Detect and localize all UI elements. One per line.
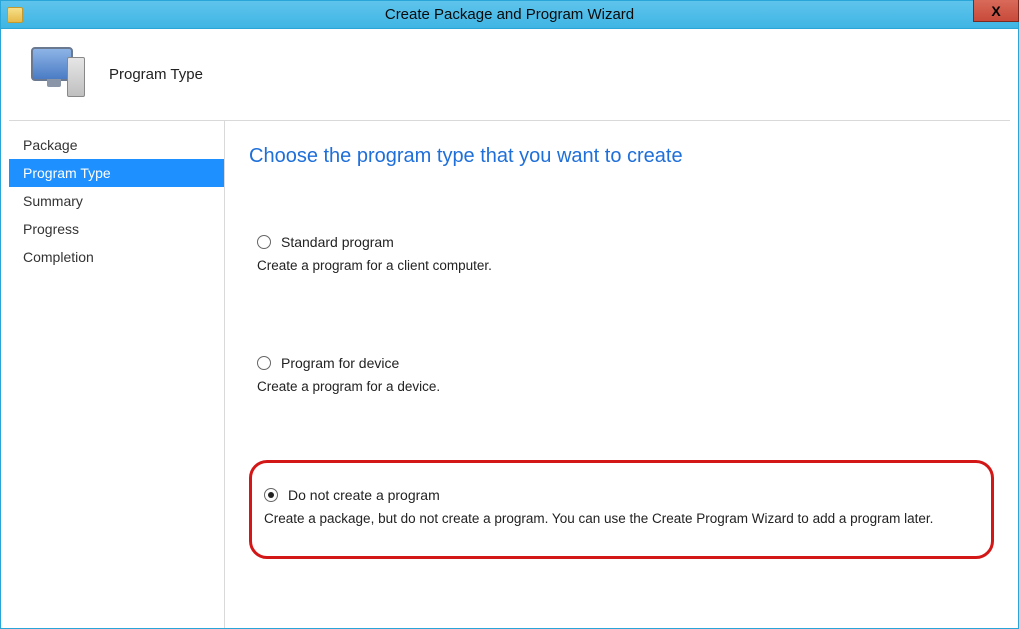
radio-do-not-create-program[interactable]: Do not create a program bbox=[264, 487, 979, 503]
sidebar-item-label: Package bbox=[23, 137, 77, 153]
radio-icon bbox=[264, 488, 278, 502]
sidebar-item-progress[interactable]: Progress bbox=[9, 215, 224, 243]
sidebar-item-label: Summary bbox=[23, 193, 83, 209]
app-icon bbox=[7, 7, 23, 23]
sidebar-item-package[interactable]: Package bbox=[9, 131, 224, 159]
content-heading: Choose the program type that you want to… bbox=[249, 145, 994, 168]
wizard-content: Choose the program type that you want to… bbox=[225, 121, 1018, 628]
sidebar-item-label: Completion bbox=[23, 249, 94, 265]
highlight-annotation: Do not create a program Create a package… bbox=[249, 460, 994, 559]
close-button[interactable]: X bbox=[973, 0, 1019, 22]
window-title: Create Package and Program Wizard bbox=[1, 6, 1018, 23]
radio-icon bbox=[257, 356, 271, 370]
sidebar-item-program-type[interactable]: Program Type bbox=[9, 159, 224, 187]
sidebar-item-label: Program Type bbox=[23, 165, 111, 181]
wizard-window: Create Package and Program Wizard X Prog… bbox=[0, 0, 1019, 629]
option-program-for-device: Program for device Create a program for … bbox=[249, 349, 994, 400]
option-label: Standard program bbox=[281, 234, 394, 250]
sidebar-item-completion[interactable]: Completion bbox=[9, 243, 224, 271]
sidebar-item-label: Progress bbox=[23, 221, 79, 237]
computer-icon bbox=[27, 45, 91, 105]
option-description: Create a program for a client computer. bbox=[257, 258, 986, 273]
radio-standard-program[interactable]: Standard program bbox=[257, 234, 986, 250]
radio-icon bbox=[257, 235, 271, 249]
sidebar-item-summary[interactable]: Summary bbox=[9, 187, 224, 215]
option-label: Program for device bbox=[281, 355, 399, 371]
option-description: Create a package, but do not create a pr… bbox=[264, 511, 979, 526]
option-standard-program: Standard program Create a program for a … bbox=[249, 228, 994, 279]
wizard-steps-sidebar: Package Program Type Summary Progress Co… bbox=[9, 121, 225, 628]
option-label: Do not create a program bbox=[288, 487, 440, 503]
page-title: Program Type bbox=[109, 66, 203, 83]
wizard-header: Program Type bbox=[9, 29, 1010, 121]
radio-program-for-device[interactable]: Program for device bbox=[257, 355, 986, 371]
close-icon: X bbox=[991, 3, 1000, 19]
titlebar: Create Package and Program Wizard X bbox=[1, 1, 1018, 29]
option-description: Create a program for a device. bbox=[257, 379, 986, 394]
option-do-not-create-program: Do not create a program Create a package… bbox=[264, 487, 979, 526]
wizard-body: Package Program Type Summary Progress Co… bbox=[1, 121, 1018, 628]
